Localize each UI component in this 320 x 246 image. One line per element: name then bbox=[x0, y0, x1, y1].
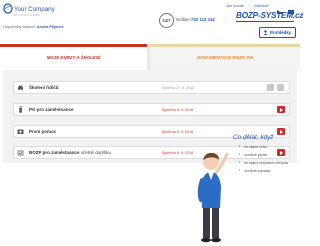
tab-documentation[interactable]: DOKUMENTACE BOZP, PO bbox=[150, 44, 300, 70]
mascot-figure-icon bbox=[197, 152, 229, 243]
responsible-label: Odpovědný vedoucí: bbox=[3, 25, 36, 29]
hotline-badge: 24/7 bbox=[159, 13, 174, 28]
fire-extinguisher-icon bbox=[19, 106, 23, 113]
brand-underline bbox=[236, 21, 294, 22]
course-date: Splnit do 6. 9. 2018 bbox=[162, 150, 193, 155]
course-date: Splnit do 6. 9. 2018 bbox=[162, 107, 193, 112]
course-subtitle: včetně doplňku bbox=[80, 150, 111, 155]
logo-swoosh-icon bbox=[3, 3, 13, 14]
course-title: Školení řidičů bbox=[29, 85, 59, 90]
hotline-label: Hotline bbox=[176, 17, 190, 22]
start-course-button[interactable] bbox=[277, 106, 285, 113]
faq-item[interactable]: vznikne závada bbox=[239, 168, 288, 177]
profile-button-label: Prohlédky bbox=[270, 30, 292, 35]
brand-title[interactable]: BOZP-SYSTEM.cz bbox=[236, 11, 303, 20]
faq-item[interactable]: vznikne požár bbox=[239, 152, 288, 161]
start-course-button[interactable] bbox=[277, 128, 285, 135]
logo-name: Your Company bbox=[14, 6, 55, 13]
course-title: BOZP pro zaměstnance včetně doplňku bbox=[29, 150, 111, 155]
car-icon bbox=[18, 85, 23, 91]
course-title: PO pro zaměstnance bbox=[29, 107, 74, 112]
faq-item[interactable]: se stane dopravní nehoda bbox=[239, 160, 288, 169]
course-date: Splněno 27. 8. 2018 bbox=[162, 85, 195, 90]
faq-list: se stane úraz vznikne požár se stane dop… bbox=[239, 144, 288, 177]
responsible-name: Arnina Příjmení bbox=[36, 25, 64, 29]
profile-button[interactable]: Prohlédky bbox=[259, 27, 296, 38]
faq-title: Co dělat, když bbox=[233, 134, 274, 141]
view-icon[interactable] bbox=[267, 84, 274, 91]
course-title: První pomoc bbox=[29, 129, 57, 134]
tab-my-courses[interactable]: MOJE KURZY A ŠKOLENÍ bbox=[0, 44, 147, 70]
user-links: Jan Novák Odhlásit bbox=[226, 4, 277, 8]
company-logo[interactable]: Your Company SLOGAN HERE bbox=[3, 3, 55, 19]
first-aid-icon bbox=[17, 129, 24, 134]
user-name-link[interactable]: Jan Novák bbox=[226, 4, 244, 8]
user-icon bbox=[263, 30, 268, 35]
course-row[interactable]: PO pro zaměstnance Splnit do 6. 9. 2018 bbox=[13, 103, 290, 116]
hotline-number[interactable]: 732 112 112 bbox=[191, 17, 215, 22]
header: Your Company SLOGAN HERE Odpovědný vedou… bbox=[0, 0, 303, 44]
course-date: Splnit do 6. 9. 2018 bbox=[162, 129, 193, 134]
certificate-icon[interactable] bbox=[277, 84, 284, 91]
safety-icon bbox=[17, 150, 24, 156]
faq-item[interactable]: se stane úraz bbox=[239, 144, 288, 153]
logout-link[interactable]: Odhlásit bbox=[254, 4, 268, 8]
course-row[interactable]: Školení řidičů Splněno 27. 8. 2018 bbox=[13, 81, 290, 94]
hotline-info: Hotline 732 112 112 bbox=[176, 17, 215, 22]
logo-tagline: SLOGAN HERE bbox=[14, 13, 41, 17]
responsible-person: Odpovědný vedoucí: Arnina Příjmení bbox=[3, 25, 64, 29]
